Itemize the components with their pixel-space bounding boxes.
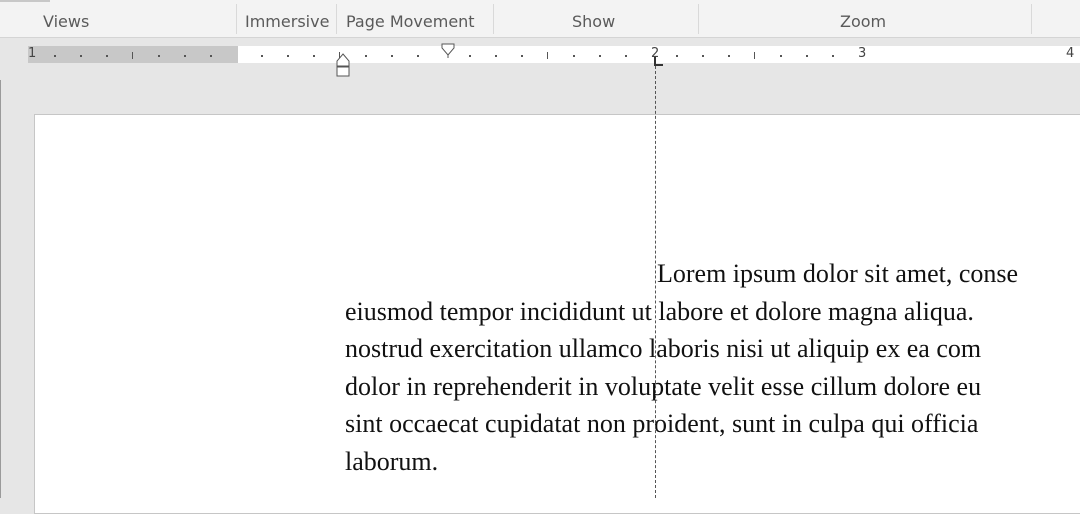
ruler-tick: [780, 55, 782, 57]
ruler-tick: [469, 55, 471, 57]
tab-stop-guide-line: [655, 66, 656, 498]
group-label-immersive: Immersive: [245, 12, 330, 31]
ruler-tick: [521, 55, 523, 57]
paragraph-line: dolor in reprehenderit in voluptate veli…: [345, 371, 982, 401]
ruler-tick: [210, 55, 212, 57]
group-label-zoom: Zoom: [840, 12, 887, 31]
document-page[interactable]: Lorem ipsum dolor sit amet, conse eiusmo…: [34, 114, 1080, 514]
ruler-tick: [80, 55, 82, 57]
ribbon-top-edge: [0, 0, 50, 2]
group-label-views: Views: [43, 12, 90, 31]
group-separator: [1031, 4, 1032, 34]
ruler-tick: [495, 55, 497, 57]
document-paragraph[interactable]: Lorem ipsum dolor sit amet, conse eiusmo…: [345, 255, 1080, 480]
ruler-tick: [54, 55, 56, 57]
ruler-tick: [313, 55, 315, 57]
ruler-tick: [832, 55, 834, 57]
ruler-tick: [158, 55, 160, 57]
left-tab-stop-icon[interactable]: [652, 56, 664, 68]
ruler-tick: [287, 55, 289, 57]
ruler-tick: [702, 55, 704, 57]
ruler-tick: [391, 55, 393, 57]
ruler-tick: [261, 55, 263, 57]
hanging-indent-marker-icon[interactable]: [335, 53, 351, 79]
ruler-number-1: 1: [28, 46, 37, 61]
ruler-tick: [573, 55, 575, 57]
ruler-number-4: 4: [1066, 46, 1075, 61]
paragraph-line: eiusmod tempor incididunt ut labore et d…: [345, 296, 974, 326]
ribbon-view-tab: Views Immersive Page Movement Show Zoom: [0, 0, 1080, 38]
paragraph-line: sint occaecat cupidatat non proident, su…: [345, 409, 979, 438]
group-separator: [698, 4, 699, 34]
ruler-tick: [625, 55, 627, 57]
ruler-number-3: 3: [858, 46, 867, 61]
ruler-tick: [806, 55, 808, 57]
group-label-show: Show: [572, 12, 616, 31]
ruler-tick: [754, 52, 755, 59]
ruler-tick: [728, 55, 730, 57]
ruler-tick: [184, 55, 186, 57]
ruler-tick: [417, 55, 419, 57]
ruler-tick: [365, 55, 367, 57]
group-separator: [493, 4, 494, 34]
ruler-left-margin: [28, 46, 238, 63]
ruler-tick: [599, 55, 601, 57]
ruler-tick: [676, 55, 678, 57]
group-separator: [236, 4, 237, 34]
paragraph-line: laborum.: [345, 446, 439, 476]
first-line-indent-marker-icon[interactable]: [440, 43, 456, 59]
group-label-page-movement: Page Movement: [346, 12, 475, 31]
paragraph-line: nostrud exercitation ullamco laboris nis…: [345, 334, 982, 363]
ruler-tick: [547, 52, 548, 59]
ruler-tick: [106, 55, 108, 57]
horizontal-ruler[interactable]: 1 2 3 4: [0, 38, 1080, 80]
ruler-tick: [132, 52, 133, 59]
paragraph-line: Lorem ipsum dolor sit amet, conse: [657, 259, 1019, 288]
group-separator: [336, 4, 337, 34]
